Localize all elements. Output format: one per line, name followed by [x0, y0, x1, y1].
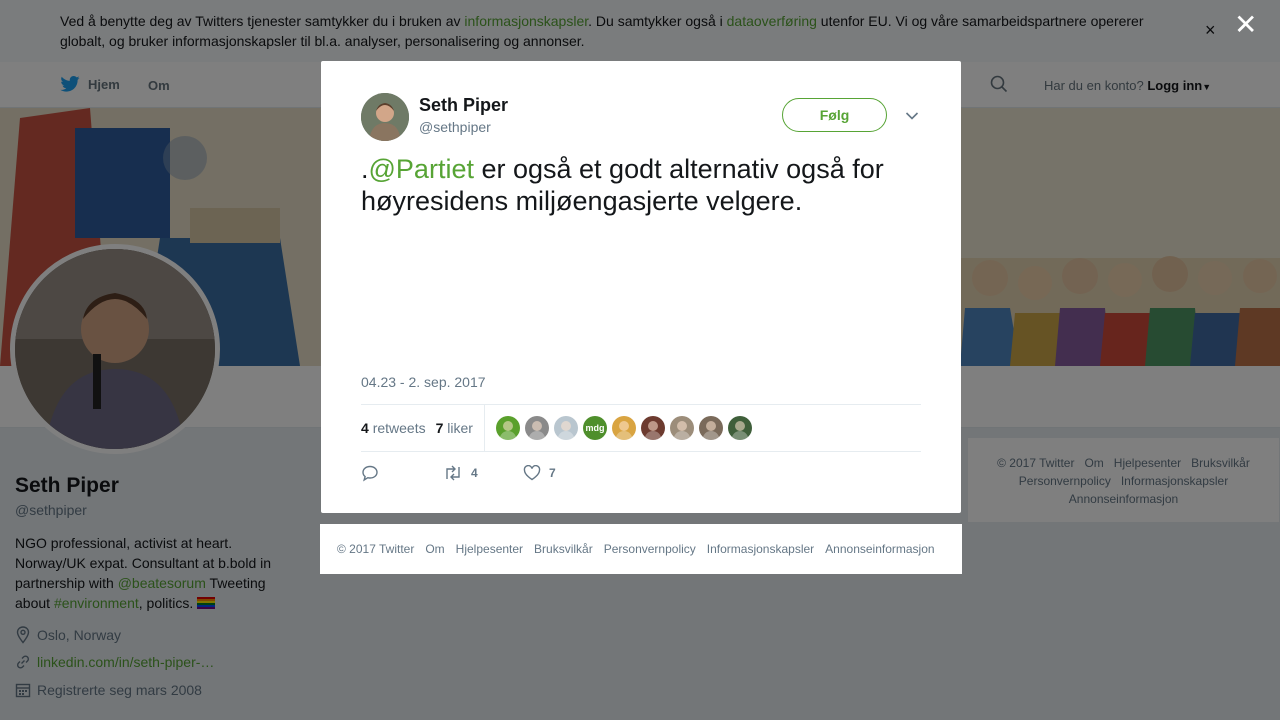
footer-link-about[interactable]: Om: [425, 542, 444, 556]
follow-button[interactable]: Følg: [782, 98, 887, 132]
tweet-timestamp[interactable]: 04.23 - 2. sep. 2017: [361, 374, 486, 390]
reply-button[interactable]: [361, 464, 443, 482]
retweet-button[interactable]: 4: [443, 465, 523, 481]
liker-avatar[interactable]: [524, 416, 549, 440]
liker-avatar[interactable]: [727, 416, 752, 440]
tweet-mention-link[interactable]: @Partiet: [369, 154, 474, 184]
footer-link-cookies[interactable]: Informasjonskapsler: [707, 542, 814, 556]
stats-divider: [483, 405, 485, 451]
liker-avatars: mdg: [495, 416, 752, 440]
footer-link-terms[interactable]: Bruksvilkår: [534, 542, 593, 556]
liker-avatar[interactable]: [669, 416, 694, 440]
tweet-author-name[interactable]: Seth Piper: [419, 95, 508, 116]
chevron-down-icon[interactable]: [905, 108, 919, 126]
close-icon[interactable]: ✕: [1234, 11, 1257, 39]
retweets-stat[interactable]: 4 retweets: [361, 420, 426, 436]
tweet-actions: 4 7: [361, 461, 921, 485]
tweet-modal: Seth Piper @sethpiper Følg .@Partiet er …: [321, 61, 961, 513]
tweet-author-avatar[interactable]: [361, 93, 409, 141]
heart-icon: [523, 465, 541, 481]
liker-avatar[interactable]: [698, 416, 723, 440]
tweet-author-handle[interactable]: @sethpiper: [419, 119, 491, 135]
footer-copyright: © 2017 Twitter: [337, 542, 415, 556]
footer-link-help[interactable]: Hjelpesenter: [456, 542, 523, 556]
tweet-text: .@Partiet er også et godt alternativ ogs…: [361, 154, 884, 216]
liker-avatar[interactable]: mdg: [582, 416, 607, 440]
retweet-icon: [446, 465, 460, 481]
liker-avatar[interactable]: [495, 416, 520, 440]
tweet-stats: 4 retweets 7 liker mdg: [361, 404, 921, 452]
likes-stat[interactable]: 7 liker: [436, 420, 473, 436]
like-button[interactable]: 7: [523, 465, 556, 481]
liker-avatar[interactable]: [553, 416, 578, 440]
liker-avatar[interactable]: [640, 416, 665, 440]
liker-avatar[interactable]: [611, 416, 636, 440]
footer-link-ads[interactable]: Annonseinformasjon: [825, 542, 934, 556]
reply-icon: [362, 465, 378, 482]
footer-link-privacy[interactable]: Personvernpolicy: [604, 542, 696, 556]
modal-footer: © 2017 Twitter Om Hjelpesenter Bruksvilk…: [320, 524, 962, 574]
